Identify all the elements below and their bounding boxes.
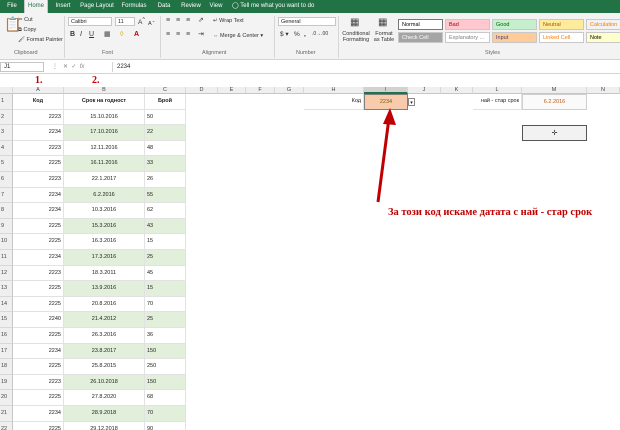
font-size-value: 11 [118, 19, 124, 25]
lightbulb-icon: ◯ [232, 3, 239, 9]
enter-icon[interactable]: ✓ [71, 64, 76, 70]
tell-me-box[interactable]: ◯ Tell me what you want to do [232, 0, 314, 13]
font-name-select[interactable]: Calibri [68, 17, 112, 26]
bold-button[interactable]: B [70, 31, 75, 38]
tab-view[interactable]: View [206, 0, 226, 13]
format-painter-label: Format Painter [26, 37, 63, 43]
tab-page-layout[interactable]: Page Layout [78, 0, 116, 13]
cell-style-bad[interactable]: Bad [445, 19, 490, 30]
cell-style-input[interactable]: Input [492, 32, 537, 43]
tab-formulas[interactable]: Formulas [118, 0, 150, 13]
scissors-icon: ✂ [18, 17, 23, 23]
paintbrush-icon: 🖌 [18, 37, 25, 43]
conditional-formatting-button[interactable]: Conditional Formatting [342, 31, 370, 43]
format-as-table-icon: ▦ [378, 17, 388, 28]
styles-group-label: Styles [485, 50, 500, 56]
align-middle-icon[interactable]: ≡ [176, 17, 180, 25]
tab-file[interactable]: File [2, 0, 22, 13]
cell-style-good[interactable]: Good [492, 19, 537, 30]
formula-input[interactable]: 2234 [112, 62, 616, 72]
cell-style-normal[interactable]: Normal [398, 19, 443, 30]
ribbon: 📋 ✂ Cut ⧉ Copy 🖌 Format Painter Clipboar… [0, 13, 620, 60]
copy-label: Copy [23, 27, 37, 33]
formula-bar: J1 ⋮ ✕ ✓ fx 2234 [0, 60, 620, 74]
align-center-icon[interactable]: ≡ [176, 31, 180, 39]
more-icon: ⋮ [52, 64, 58, 70]
percent-button[interactable]: % [294, 31, 300, 38]
annotation-overlay [376, 108, 396, 203]
ribbon-separator [274, 16, 275, 58]
align-left-icon[interactable]: ≡ [166, 31, 170, 39]
cut-label: Cut [24, 17, 33, 23]
grow-font-button[interactable]: A^ [138, 17, 145, 26]
chevron-down-icon: ▾ [260, 33, 264, 39]
menu-bar: File Home Insert Page Layout Formulas Da… [0, 0, 620, 13]
number-format-value: General [281, 19, 301, 25]
cell-style-neutral[interactable]: Neutral [539, 19, 584, 30]
orientation-icon[interactable]: ⇗ [198, 17, 204, 25]
ribbon-separator [338, 16, 339, 58]
tab-home[interactable]: Home [24, 0, 48, 13]
align-right-icon[interactable]: ≡ [186, 31, 190, 39]
worksheet-grid: A B C D E F G H I J K L M N 1. 2. 1 2 3 4 5 6 7 8 9 10 11 12 13 14 15… [0, 74, 620, 430]
cut-button[interactable]: ✂ Cut [18, 17, 33, 24]
borders-icon[interactable]: ▦ [104, 31, 111, 39]
accounting-format-button[interactable]: $ ▾ [280, 31, 289, 38]
merge-center-button[interactable]: ⇔ Merge & Center ▾ [213, 33, 263, 40]
italic-button[interactable]: I [80, 31, 82, 38]
name-box-value: J1 [4, 64, 11, 70]
font-group-label: Font [102, 50, 114, 56]
increase-decimal-button[interactable]: .0→.00 [312, 31, 328, 38]
font-color-icon[interactable]: A [134, 31, 139, 39]
font-size-select[interactable]: 11 [115, 17, 135, 26]
ribbon-separator [64, 16, 65, 58]
align-top-icon[interactable]: ≡ [166, 17, 170, 25]
cell-style-note[interactable]: Note [586, 32, 620, 43]
cell-style-calculation[interactable]: Calculation [586, 19, 620, 30]
formula-controls: ⋮ ✕ ✓ fx [52, 62, 108, 72]
format-as-table-button[interactable]: Format as Table [372, 31, 396, 43]
insert-function-icon[interactable]: fx [80, 64, 85, 70]
name-box[interactable]: J1 [0, 62, 44, 72]
cell-style-explanatory[interactable]: Explanatory ... [445, 32, 490, 43]
clipboard-group-label: Clipboard [14, 50, 38, 56]
align-bottom-icon[interactable]: ≡ [186, 17, 190, 25]
cell-style-linked-cell[interactable]: Linked Cell [539, 32, 584, 43]
tab-data[interactable]: Data [154, 0, 174, 13]
cell-style-check-cell[interactable]: Check Cell [398, 32, 443, 43]
tell-me-label: Tell me what you want to do [240, 3, 315, 9]
underline-button[interactable]: U [89, 31, 94, 38]
callout-arrow-shaft [376, 117, 391, 203]
tab-review[interactable]: Review [178, 0, 204, 13]
alignment-group-label: Alignment [202, 50, 227, 56]
indent-icon[interactable]: ⇥ [198, 31, 204, 39]
wrap-text-icon: ↵ [213, 18, 218, 24]
font-name-value: Calibri [71, 19, 87, 25]
merge-icon: ⇔ [213, 33, 219, 39]
conditional-formatting-icon: ▦ [350, 17, 360, 28]
ribbon-separator [160, 16, 161, 58]
copy-icon: ⧉ [18, 27, 22, 33]
number-group-label: Number [296, 50, 316, 56]
callout-arrow-head [383, 108, 396, 125]
tab-insert[interactable]: Insert [52, 0, 74, 13]
copy-button[interactable]: ⧉ Copy [18, 27, 36, 34]
fill-color-icon[interactable]: ◊ [120, 31, 123, 39]
comma-style-button[interactable]: , [304, 31, 306, 38]
wrap-text-button[interactable]: ↵ Wrap Text [213, 18, 244, 25]
cancel-icon[interactable]: ✕ [63, 64, 68, 70]
shrink-font-button[interactable]: A⌄ [148, 17, 156, 28]
number-format-select[interactable]: General [278, 17, 336, 26]
wrap-text-label: Wrap Text [219, 18, 244, 24]
format-painter-button[interactable]: 🖌 Format Painter [18, 37, 63, 44]
merge-center-label: Merge & Center [220, 33, 259, 39]
